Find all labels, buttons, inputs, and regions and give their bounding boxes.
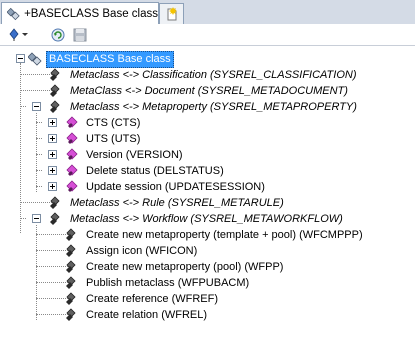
new-tab-button[interactable] [159, 3, 184, 24]
tree-item-label: Create relation (WFREL) [86, 308, 208, 321]
tree-view: BASECLASS Base class Metaclass <-> Class… [0, 46, 415, 342]
workflow-icon [66, 292, 80, 306]
workflow-icon [66, 244, 80, 258]
tree-item-wfcmppp[interactable]: Create new metaproperty (template + pool… [66, 227, 365, 243]
metaproperty-icon [66, 148, 80, 162]
metaproperty-icon [66, 180, 80, 194]
tree-item-cts[interactable]: CTS (CTS) [66, 115, 142, 131]
relation-icon [50, 196, 64, 210]
tree-item-metaproperty[interactable]: Metaclass <-> Metaproperty (SYSREL_METAP… [50, 99, 359, 115]
refresh-icon [51, 28, 65, 42]
tab-bar: +BASECLASS Base class [0, 0, 415, 24]
pin-icon [9, 28, 19, 41]
expand-cts-toggle[interactable] [48, 118, 57, 127]
tree-item-wfpp[interactable]: Create new metaproperty (pool) (WFPP) [66, 259, 285, 275]
workflow-icon [66, 260, 80, 274]
metaproperty-icon [66, 132, 80, 146]
save-icon [73, 28, 87, 42]
refresh-button[interactable] [50, 27, 66, 43]
tree-item-label: Publish metaclass (WFPUBACM) [86, 276, 250, 289]
tree-item-label: MetaClass <-> Document (SYSREL_METADOCUM… [70, 84, 348, 97]
tab-label: +BASECLASS Base class [24, 7, 158, 20]
relation-icon [50, 84, 64, 98]
tree-item-label: Metaclass <-> Classification (SYSREL_CLA… [70, 68, 357, 81]
workflow-icon [66, 276, 80, 290]
pin-dropdown-button[interactable] [21, 27, 29, 43]
expand-update-session-toggle[interactable] [48, 182, 57, 191]
workflow-icon [66, 228, 80, 242]
tree-item-delete-status[interactable]: Delete status (DELSTATUS) [66, 163, 226, 179]
new-tab-icon [167, 7, 177, 21]
dropdown-arrow-icon [22, 33, 28, 36]
expand-uts-toggle[interactable] [48, 134, 57, 143]
tree-item-label: UTS (UTS) [86, 132, 141, 145]
tree-item-wfpubacm[interactable]: Publish metaclass (WFPUBACM) [66, 275, 251, 291]
relation-icon [50, 100, 64, 114]
tree-item-label: Version (VERSION) [86, 148, 183, 161]
tree-item-document[interactable]: MetaClass <-> Document (SYSREL_METADOCUM… [50, 83, 350, 99]
expand-delete-status-toggle[interactable] [48, 166, 57, 175]
toolbar [0, 24, 415, 46]
tree-item-label: CTS (CTS) [86, 116, 141, 129]
tree-item-label: Create new metaproperty (template + pool… [86, 228, 363, 241]
tree-item-classification[interactable]: Metaclass <-> Classification (SYSREL_CLA… [50, 67, 359, 83]
collapse-workflow-toggle[interactable] [32, 214, 41, 223]
tree-item-rule[interactable]: Metaclass <-> Rule (SYSREL_METARULE) [50, 195, 286, 211]
metaproperty-icon [66, 116, 80, 130]
tree-item-update-session[interactable]: Update session (UPDATESESSION) [66, 179, 267, 195]
tree-item-label: Create reference (WFREF) [86, 292, 219, 305]
tree-item-label: Metaclass <-> Metaproperty (SYSREL_METAP… [70, 100, 357, 113]
collapse-root-toggle[interactable] [16, 54, 25, 63]
tree-item-label: Delete status (DELSTATUS) [86, 164, 224, 177]
collapse-metaproperty-toggle[interactable] [32, 102, 41, 111]
workflow-icon [66, 308, 80, 322]
tree-item-label: Update session (UPDATESESSION) [86, 180, 265, 193]
tree-item-label: Create new metaproperty (pool) (WFPP) [86, 260, 284, 273]
tree-item-label: Metaclass <-> Rule (SYSREL_METARULE) [70, 196, 284, 209]
pin-button[interactable] [8, 27, 20, 43]
tree-item-label: BASECLASS Base class [46, 50, 174, 68]
metaproperty-icon [66, 164, 80, 178]
relation-icon [50, 68, 64, 82]
tab-baseclass[interactable]: +BASECLASS Base class [1, 2, 159, 24]
tree-item-wficon[interactable]: Assign icon (WFICON) [66, 243, 199, 259]
tree-item-wfref[interactable]: Create reference (WFREF) [66, 291, 220, 307]
tree-item-workflow[interactable]: Metaclass <-> Workflow (SYSREL_METAWORKF… [50, 211, 345, 227]
metaclass-icon [7, 7, 20, 20]
metaclass-icon [28, 52, 42, 66]
tree-item-wfrel[interactable]: Create relation (WFREL) [66, 307, 209, 323]
tree-item-label: Metaclass <-> Workflow (SYSREL_METAWORKF… [70, 212, 343, 225]
relation-icon [50, 212, 64, 226]
expand-version-toggle[interactable] [48, 150, 57, 159]
tree-item-label: Assign icon (WFICON) [86, 244, 198, 257]
tree-item-uts[interactable]: UTS (UTS) [66, 131, 142, 147]
tree-root-baseclass[interactable]: BASECLASS Base class [28, 50, 174, 68]
save-button[interactable] [72, 27, 88, 43]
tree-item-version[interactable]: Version (VERSION) [66, 147, 185, 163]
